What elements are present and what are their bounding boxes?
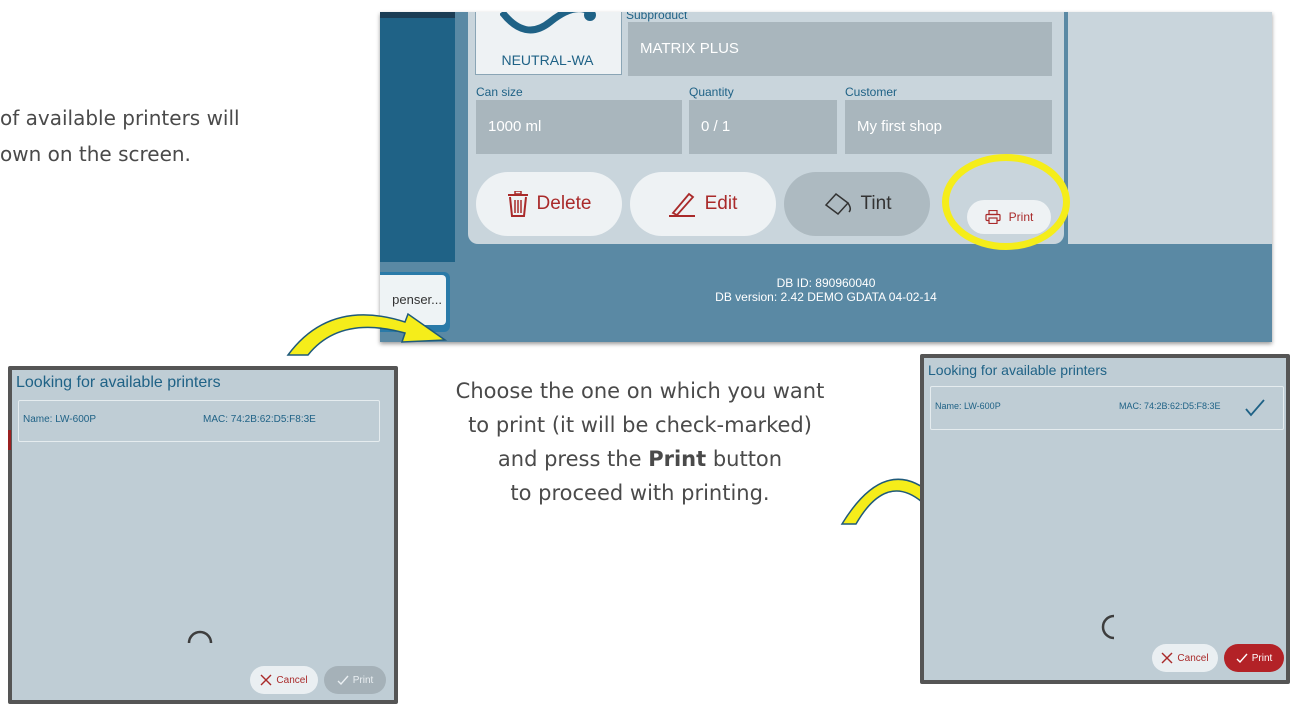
subproduct-label: Subproduct (626, 12, 688, 22)
print-highlight-circle (942, 154, 1070, 250)
printer-dialog-selected: Looking for available printers Name: LW-… (920, 354, 1290, 684)
quantity-label: Quantity (689, 85, 734, 99)
print-label: Print (1251, 652, 1273, 664)
print-button-disabled[interactable]: Print (324, 666, 386, 694)
instruction-top-line2: own on the screen. (0, 142, 191, 166)
app-screen: penser... NEUTRAL-WA Subproduct MATRIX P… (380, 12, 1272, 342)
check-icon (1245, 399, 1265, 417)
instruction-mid-line3: and press the Print button (380, 442, 900, 476)
logo-swoosh-icon (500, 12, 596, 34)
left-panel (380, 12, 455, 262)
db-info: DB ID: 890960040 DB version: 2.42 DEMO G… (380, 276, 1272, 304)
instruction-mid-line3-post: button (706, 447, 783, 471)
can-size-field[interactable]: 1000 ml (476, 100, 682, 154)
instruction-mid-line3-pre: and press the (497, 447, 649, 471)
trash-icon (507, 191, 528, 217)
print-label: Print (352, 674, 374, 686)
instruction-mid-line1: Choose the one on which you want (455, 379, 825, 403)
printer-dialog-searching: Looking for available printers Name: LW-… (8, 366, 398, 704)
instruction-middle: Choose the one on which you want to prin… (380, 374, 900, 510)
cancel-button[interactable]: Cancel (1152, 644, 1218, 672)
tint-button[interactable]: Tint (784, 172, 930, 236)
printer-mac: MAC: 74:2B:62:D5:F8:3E (203, 414, 316, 425)
printer-list-item[interactable]: Name: LW-600P MAC: 74:2B:62:D5:F8:3E (18, 400, 380, 442)
dialog-title: Looking for available printers (16, 374, 221, 391)
left-panel-top (380, 12, 455, 18)
background-strip (8, 430, 11, 450)
spinner-icon (187, 630, 213, 644)
can-size-label: Can size (476, 85, 523, 99)
tint-label: Tint (860, 193, 892, 214)
delete-button[interactable]: Delete (476, 172, 622, 236)
print-button[interactable]: Print (1224, 644, 1284, 672)
side-card (1068, 12, 1272, 244)
cancel-button[interactable]: Cancel (250, 666, 318, 694)
edit-label: Edit (704, 193, 738, 214)
instruction-mid-line4: to proceed with printing. (510, 481, 770, 505)
printer-list-item-selected[interactable]: Name: LW-600P MAC: 74:2B:62:D5:F8:3E (930, 386, 1284, 430)
edit-button[interactable]: Edit (630, 172, 776, 236)
close-icon (260, 674, 272, 686)
logo-text: NEUTRAL-WA (501, 52, 594, 68)
customer-field[interactable]: My first shop (845, 100, 1052, 154)
arrow-icon (286, 312, 448, 356)
pencil-icon (668, 192, 695, 217)
subproduct-field[interactable]: MATRIX PLUS (628, 22, 1052, 76)
close-icon (1161, 652, 1173, 664)
instruction-mid-line2: to print (it will be check-marked) (468, 413, 812, 437)
quantity-field[interactable]: 0 / 1 (689, 100, 837, 154)
cancel-label: Cancel (276, 674, 308, 686)
printer-name: Name: LW-600P (935, 401, 1001, 411)
instruction-top: of available printers will own on the sc… (0, 100, 360, 172)
check-icon (337, 675, 349, 685)
dialog-title: Looking for available printers (928, 362, 1107, 378)
db-id: DB ID: 890960040 (776, 276, 876, 290)
tint-icon (824, 192, 851, 216)
printer-mac: MAC: 74:2B:62:D5:F8:3E (1119, 401, 1221, 411)
check-icon (1236, 653, 1248, 663)
cancel-label: Cancel (1177, 652, 1209, 664)
customer-label: Customer (845, 85, 898, 99)
db-version: DB version: 2.42 DEMO GDATA 04-02-14 (715, 290, 937, 304)
instruction-mid-line3-bold: Print (648, 447, 707, 471)
spinner-icon (1101, 614, 1115, 640)
printer-name: Name: LW-600P (23, 414, 96, 425)
instruction-top-line1: of available printers will (0, 106, 240, 130)
delete-label: Delete (536, 193, 592, 214)
